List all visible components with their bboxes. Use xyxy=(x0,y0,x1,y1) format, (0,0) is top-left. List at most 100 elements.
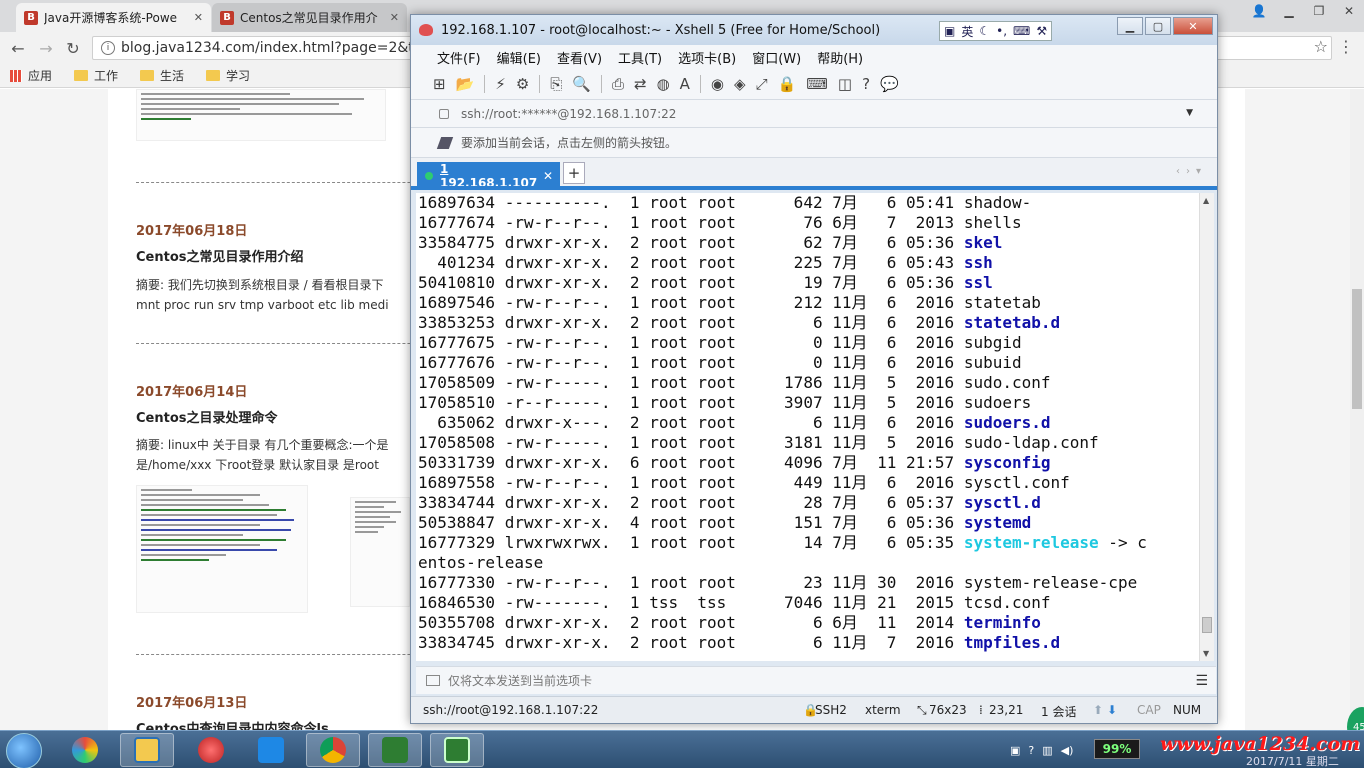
xshell-titlebar[interactable]: 192.168.1.107 - root@localhost:~ - Xshel… xyxy=(411,15,1217,45)
keyboard-icon[interactable]: ⌨ xyxy=(806,75,828,93)
post-screenshot-thumbnail[interactable] xyxy=(350,497,410,607)
page-scrollbar[interactable] xyxy=(1350,89,1364,730)
taskbar-app[interactable] xyxy=(306,733,360,767)
terminal-file-name: statetab xyxy=(963,293,1041,312)
terminal-file-name: subgid xyxy=(963,333,1022,352)
fullscreen-icon[interactable]: ⤢ xyxy=(756,75,768,93)
bookmark-folder[interactable]: 工作 xyxy=(74,67,118,84)
scrollbar-thumb[interactable] xyxy=(1202,617,1212,633)
compose-bar[interactable]: 仅将文本发送到当前选项卡 ☰ xyxy=(416,666,1216,694)
menu-icon[interactable]: ⋮ xyxy=(1338,37,1354,56)
layout-icon[interactable]: ◫ xyxy=(838,75,852,93)
minimize-icon[interactable]: ▁ xyxy=(1274,0,1304,22)
session-hint-bar: 要添加当前会话，点击左侧的箭头按钮。 xyxy=(411,127,1217,157)
menu-tabs[interactable]: 选项卡(B) xyxy=(678,48,736,67)
punctuation-icon[interactable]: •, xyxy=(996,24,1007,38)
menu-help[interactable]: 帮助(H) xyxy=(817,48,863,67)
forward-icon[interactable]: → xyxy=(36,38,56,58)
post-title[interactable]: Centos之常见目录作用介绍 xyxy=(136,246,304,265)
reload-icon[interactable]: ↻ xyxy=(63,38,83,58)
script-icon[interactable]: ◈ xyxy=(734,75,746,93)
tab-nav-arrows[interactable]: ‹›▾ xyxy=(1176,166,1207,177)
user-icon[interactable]: 👤 xyxy=(1244,0,1274,22)
menu-view[interactable]: 查看(V) xyxy=(557,48,602,67)
post-screenshot-thumbnail[interactable] xyxy=(136,485,308,613)
post-screenshot-thumbnail[interactable] xyxy=(136,89,386,141)
reconnect-icon[interactable]: ⚡ xyxy=(495,75,506,93)
search-icon[interactable]: 🔍 xyxy=(572,75,591,93)
taskbar-app[interactable] xyxy=(430,733,484,767)
menu-file[interactable]: 文件(F) xyxy=(437,48,481,67)
scroll-down-icon[interactable]: ▼ xyxy=(1203,649,1209,658)
status-size: 76x23 xyxy=(929,703,967,717)
taskbar-app[interactable] xyxy=(120,733,174,767)
menu-edit[interactable]: 编辑(E) xyxy=(497,48,541,67)
back-icon[interactable]: ← xyxy=(8,38,28,58)
terminal-scrollbar[interactable]: ▲ ▼ xyxy=(1199,193,1214,661)
copy-icon[interactable]: ⎘ xyxy=(550,75,562,93)
help-icon[interactable]: ? xyxy=(1028,744,1034,757)
taskbar-app[interactable] xyxy=(184,733,238,767)
post-title[interactable]: Centos之目录处理命令 xyxy=(136,407,278,426)
taskbar-app[interactable] xyxy=(368,733,422,767)
terminal-line: 16897634 ----------. 1 root root 642 7月 … xyxy=(416,193,1199,213)
scrollbar-thumb[interactable] xyxy=(1352,289,1362,409)
help-icon[interactable]: ? xyxy=(862,75,870,93)
status-term: xterm xyxy=(865,703,901,717)
terminal-file-meta: 33834745 drwxr-xr-x. 2 root root 6 11月 7… xyxy=(418,633,964,652)
close-icon[interactable]: ✕ xyxy=(390,11,399,24)
properties-icon[interactable]: ⚙ xyxy=(516,75,529,93)
transfer-icon[interactable]: ⇄ xyxy=(634,75,647,93)
globe-icon[interactable]: ◍ xyxy=(657,75,670,93)
ime-language[interactable]: 英 xyxy=(961,23,973,40)
terminal-output[interactable]: 16897634 ----------. 1 root root 642 7月 … xyxy=(416,193,1199,661)
chat-icon[interactable]: 💬 xyxy=(880,75,899,93)
network-icon[interactable]: ▥ xyxy=(1042,744,1052,757)
session-tab[interactable]: 1 192.168.1.107 ✕ xyxy=(417,162,560,190)
wrench-icon[interactable]: ⚒ xyxy=(1036,24,1047,38)
add-tab-button[interactable]: + xyxy=(563,162,585,184)
battery-indicator[interactable]: 99% xyxy=(1094,739,1140,759)
terminal-file-meta: 17058510 -r--r-----. 1 root root 3907 11… xyxy=(418,393,964,412)
volume-icon[interactable]: ◀) xyxy=(1061,744,1074,757)
font-icon[interactable]: A xyxy=(680,75,690,93)
info-icon[interactable]: i xyxy=(101,41,115,55)
menu-window[interactable]: 窗口(W) xyxy=(752,48,801,67)
bookmark-folder[interactable]: 学习 xyxy=(206,67,250,84)
scroll-up-icon[interactable]: ▲ xyxy=(1203,196,1209,205)
monitor-icon[interactable]: ▣ xyxy=(1010,744,1020,757)
minimize-icon[interactable]: ▁ xyxy=(1117,17,1143,35)
restore-icon[interactable]: ❐ xyxy=(1304,0,1334,22)
post-summary: 摘要: 我们先切换到系统根目录 / 看看根目录下 xyxy=(136,278,384,292)
print-icon[interactable]: ⎙ xyxy=(612,75,624,93)
bookmark-star-icon[interactable]: ☆ xyxy=(1314,37,1328,56)
close-icon[interactable]: ✕ xyxy=(194,11,203,24)
terminal-file-name: sysctl.conf xyxy=(963,473,1070,492)
menu-tools[interactable]: 工具(T) xyxy=(618,48,662,67)
close-icon[interactable]: ✕ xyxy=(1173,17,1213,35)
new-session-icon[interactable]: ⊞ xyxy=(433,75,446,93)
taskbar-app[interactable] xyxy=(58,733,112,767)
lock-icon[interactable]: 🔒 xyxy=(778,75,797,93)
close-icon[interactable]: ✕ xyxy=(543,169,553,183)
chevron-down-icon[interactable]: ▼ xyxy=(1186,108,1193,118)
moon-icon[interactable]: ☾ xyxy=(979,24,990,38)
browser-tab-1[interactable]: B Centos之常见目录作用介 ✕ xyxy=(212,3,407,32)
ime-toolbar[interactable]: ▣ 英 ☾ •, ⌨ ⚒ xyxy=(939,21,1053,41)
bookmark-apps[interactable]: 应用 xyxy=(10,67,52,84)
maximize-icon[interactable]: ▢ xyxy=(1145,17,1171,35)
clock-date[interactable]: 2017/7/11 星期二 xyxy=(1246,753,1339,768)
hamburger-menu-icon[interactable]: ☰ xyxy=(1195,673,1208,689)
xshell-app-icon xyxy=(419,24,433,36)
keyboard-icon[interactable]: ⌨ xyxy=(1013,24,1030,38)
bookmark-folder[interactable]: 生活 xyxy=(140,67,184,84)
browser-tab-0[interactable]: B Java开源博客系统-Powe ✕ xyxy=(16,3,211,32)
xftp-icon[interactable]: ◉ xyxy=(711,75,724,93)
post-summary: mnt proc run srv tmp varboot etc lib med… xyxy=(136,298,389,312)
close-icon[interactable]: ✕ xyxy=(1334,0,1364,22)
session-address-bar[interactable]: ssh://root:******@192.168.1.107:22 ▼ xyxy=(411,99,1217,127)
taskbar-app[interactable] xyxy=(244,733,298,767)
start-button[interactable] xyxy=(6,733,42,768)
open-folder-icon[interactable]: 📂 xyxy=(456,75,475,93)
file-explorer-icon xyxy=(134,737,160,763)
